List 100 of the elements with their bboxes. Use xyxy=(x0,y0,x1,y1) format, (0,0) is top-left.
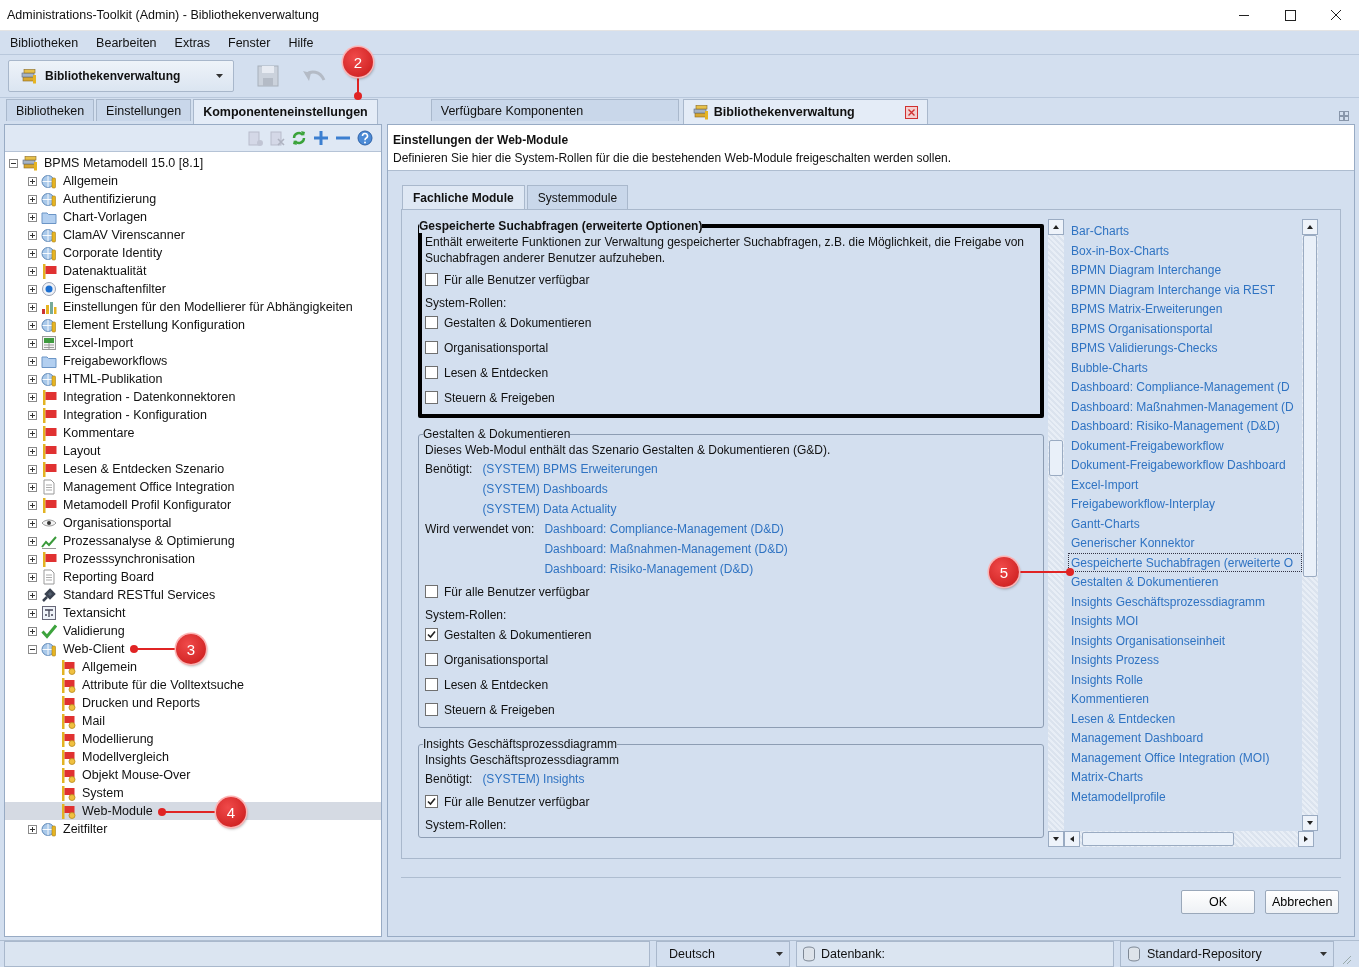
list-item[interactable]: Dokument-Freigabeworkflow xyxy=(1068,435,1302,455)
dialog-button[interactable]: OK xyxy=(1181,890,1255,914)
expand-icon[interactable] xyxy=(28,194,37,204)
scroll-thumb[interactable] xyxy=(1049,440,1063,476)
checkbox[interactable] xyxy=(425,628,438,641)
expand-icon[interactable] xyxy=(28,572,37,582)
list-item[interactable]: Metamodellprofile xyxy=(1068,786,1302,806)
list-item[interactable]: Bubble-Charts xyxy=(1068,357,1302,377)
refresh-icon[interactable] xyxy=(291,130,307,146)
list-item[interactable]: Dashboard: Maßnahmen-Management (D xyxy=(1068,396,1302,416)
expand-icon[interactable] xyxy=(28,230,37,240)
scroll-up-icon[interactable] xyxy=(1048,219,1064,235)
tab[interactable]: Verfügbare Komponenten xyxy=(430,99,679,121)
tab[interactable]: Bibliotheken xyxy=(6,99,95,121)
checkbox[interactable] xyxy=(425,391,438,404)
tab[interactable]: Systemmodule xyxy=(526,185,629,209)
checkbox[interactable] xyxy=(425,585,438,598)
tree-item[interactable]: Element Erstellung Konfiguration xyxy=(5,316,246,334)
checkbox[interactable] xyxy=(425,341,438,354)
tab[interactable]: Einstellungen xyxy=(96,99,192,121)
tree-item[interactable]: ClamAV Virenscanner xyxy=(5,226,185,244)
tree-item[interactable]: Objekt Mouse-Over xyxy=(5,766,191,784)
scroll-thumb[interactable] xyxy=(1303,235,1317,577)
tree-item[interactable]: Allgemein xyxy=(5,658,137,676)
tab[interactable]: Komponenteneinstellungen xyxy=(193,99,378,124)
tree-item[interactable]: Datenaktualität xyxy=(5,262,147,280)
expand-icon[interactable] xyxy=(28,446,37,456)
scroll-up-icon[interactable] xyxy=(1302,219,1318,235)
link[interactable]: Dashboard: Risiko-Management (D&D) xyxy=(544,559,788,579)
list-item[interactable]: BPMS Validierungs-Checks xyxy=(1068,338,1302,358)
expand-icon[interactable] xyxy=(28,464,37,474)
expand-icon[interactable] xyxy=(28,320,37,330)
repository-selector[interactable]: Standard-Repository xyxy=(1120,941,1334,967)
scroll-down-icon[interactable] xyxy=(1048,831,1064,847)
menu-item[interactable]: Extras xyxy=(174,35,210,50)
expand-icon[interactable] xyxy=(28,626,37,636)
tree-item[interactable]: Integration - Konfiguration xyxy=(5,406,207,424)
expand-icon[interactable] xyxy=(28,410,37,420)
tree-item[interactable]: Einstellungen für den Modellierer für Abhängigkeiten xyxy=(5,298,353,316)
tree-item[interactable]: Lesen & Entdecken Szenario xyxy=(5,460,225,478)
tree-item[interactable]: Reporting Board xyxy=(5,568,155,586)
expand-icon[interactable] xyxy=(28,392,37,402)
tree-item[interactable]: Excel-Import xyxy=(5,334,134,352)
tree-item[interactable]: Layout xyxy=(5,442,101,460)
list-item[interactable]: Generischer Konnektor xyxy=(1068,533,1302,553)
expand-icon[interactable] xyxy=(28,482,37,492)
scroll-left-icon[interactable] xyxy=(1064,831,1080,847)
checkbox[interactable] xyxy=(425,703,438,716)
tree-item[interactable]: Mail xyxy=(5,712,105,730)
checkbox[interactable] xyxy=(425,678,438,691)
collapse-icon[interactable] xyxy=(9,158,18,168)
list-item[interactable]: Gestalten & Dokumentieren xyxy=(1068,572,1302,592)
scrollbar[interactable] xyxy=(1064,831,1314,847)
expand-icon[interactable] xyxy=(28,536,37,546)
list-item[interactable]: Matrix-Charts xyxy=(1068,767,1302,787)
collapse-icon[interactable] xyxy=(28,644,37,654)
list-item[interactable]: Insights Geschäftsprozessdiagramm xyxy=(1068,591,1302,611)
tree-item[interactable]: Drucken und Reports xyxy=(5,694,201,712)
list-item[interactable]: Kommentieren xyxy=(1068,689,1302,709)
list-item[interactable]: BPMN Diagram Interchange via REST xyxy=(1068,279,1302,299)
tree-item[interactable]: Attribute für die Volltextsuche xyxy=(5,676,244,694)
menu-item[interactable]: Hilfe xyxy=(288,35,314,50)
expand-icon[interactable] xyxy=(28,284,37,294)
link[interactable]: (SYSTEM) BPMS Erweiterungen xyxy=(482,459,658,479)
tree-item[interactable]: Prozessanalyse & Optimierung xyxy=(5,532,235,550)
menu-item[interactable]: Bearbeiten xyxy=(96,35,157,50)
expand-icon[interactable] xyxy=(28,608,37,618)
expand-icon[interactable] xyxy=(28,374,37,384)
link[interactable]: (SYSTEM) Insights xyxy=(482,769,585,789)
link[interactable]: (SYSTEM) Dashboards xyxy=(482,479,658,499)
list-item[interactable]: BPMN Diagram Interchange xyxy=(1068,260,1302,280)
tree-item[interactable]: Eigenschaftenfilter xyxy=(5,280,166,298)
list-item[interactable]: Lesen & Entdecken xyxy=(1068,708,1302,728)
scroll-down-icon[interactable] xyxy=(1302,815,1318,831)
list-item[interactable]: Management Dashboard xyxy=(1068,728,1302,748)
list-item[interactable]: Dashboard: Risiko-Management (D&D) xyxy=(1068,416,1302,436)
tree-item[interactable]: Management Office Integration xyxy=(5,478,235,496)
checkbox[interactable] xyxy=(425,795,438,808)
close-tab-icon[interactable] xyxy=(904,105,918,119)
tree-item[interactable]: Standard RESTful Services xyxy=(5,586,216,604)
list-item[interactable]: Management Office Integration (MOI) xyxy=(1068,747,1302,767)
list-item[interactable]: Insights Rolle xyxy=(1068,669,1302,689)
tree-item[interactable]: Kommentare xyxy=(5,424,135,442)
list-item[interactable]: Box-in-Box-Charts xyxy=(1068,240,1302,260)
scrollbar[interactable] xyxy=(1048,219,1064,847)
list-item[interactable]: BPMS Matrix-Erweiterungen xyxy=(1068,299,1302,319)
tree-item[interactable]: Corporate Identity xyxy=(5,244,163,262)
checkbox[interactable] xyxy=(425,316,438,329)
scroll-right-icon[interactable] xyxy=(1298,831,1314,847)
link[interactable]: (SYSTEM) Data Actuality xyxy=(482,499,658,519)
expand-icon[interactable] xyxy=(28,266,37,276)
expand-icon[interactable] xyxy=(28,824,37,834)
link[interactable]: Dashboard: Maßnahmen-Management (D&D) xyxy=(544,539,788,559)
tree-item[interactable]: Integration - Datenkonnektoren xyxy=(5,388,236,406)
tree-item[interactable]: BPMS Metamodell 15.0 [8.1] xyxy=(5,154,204,172)
expand-icon[interactable] xyxy=(28,338,37,348)
list-item[interactable]: Insights MOI xyxy=(1068,611,1302,631)
menu-item[interactable]: Fenster xyxy=(228,35,271,50)
tree-item[interactable]: Prozesssynchronisation xyxy=(5,550,195,568)
expand-icon[interactable] xyxy=(28,356,37,366)
